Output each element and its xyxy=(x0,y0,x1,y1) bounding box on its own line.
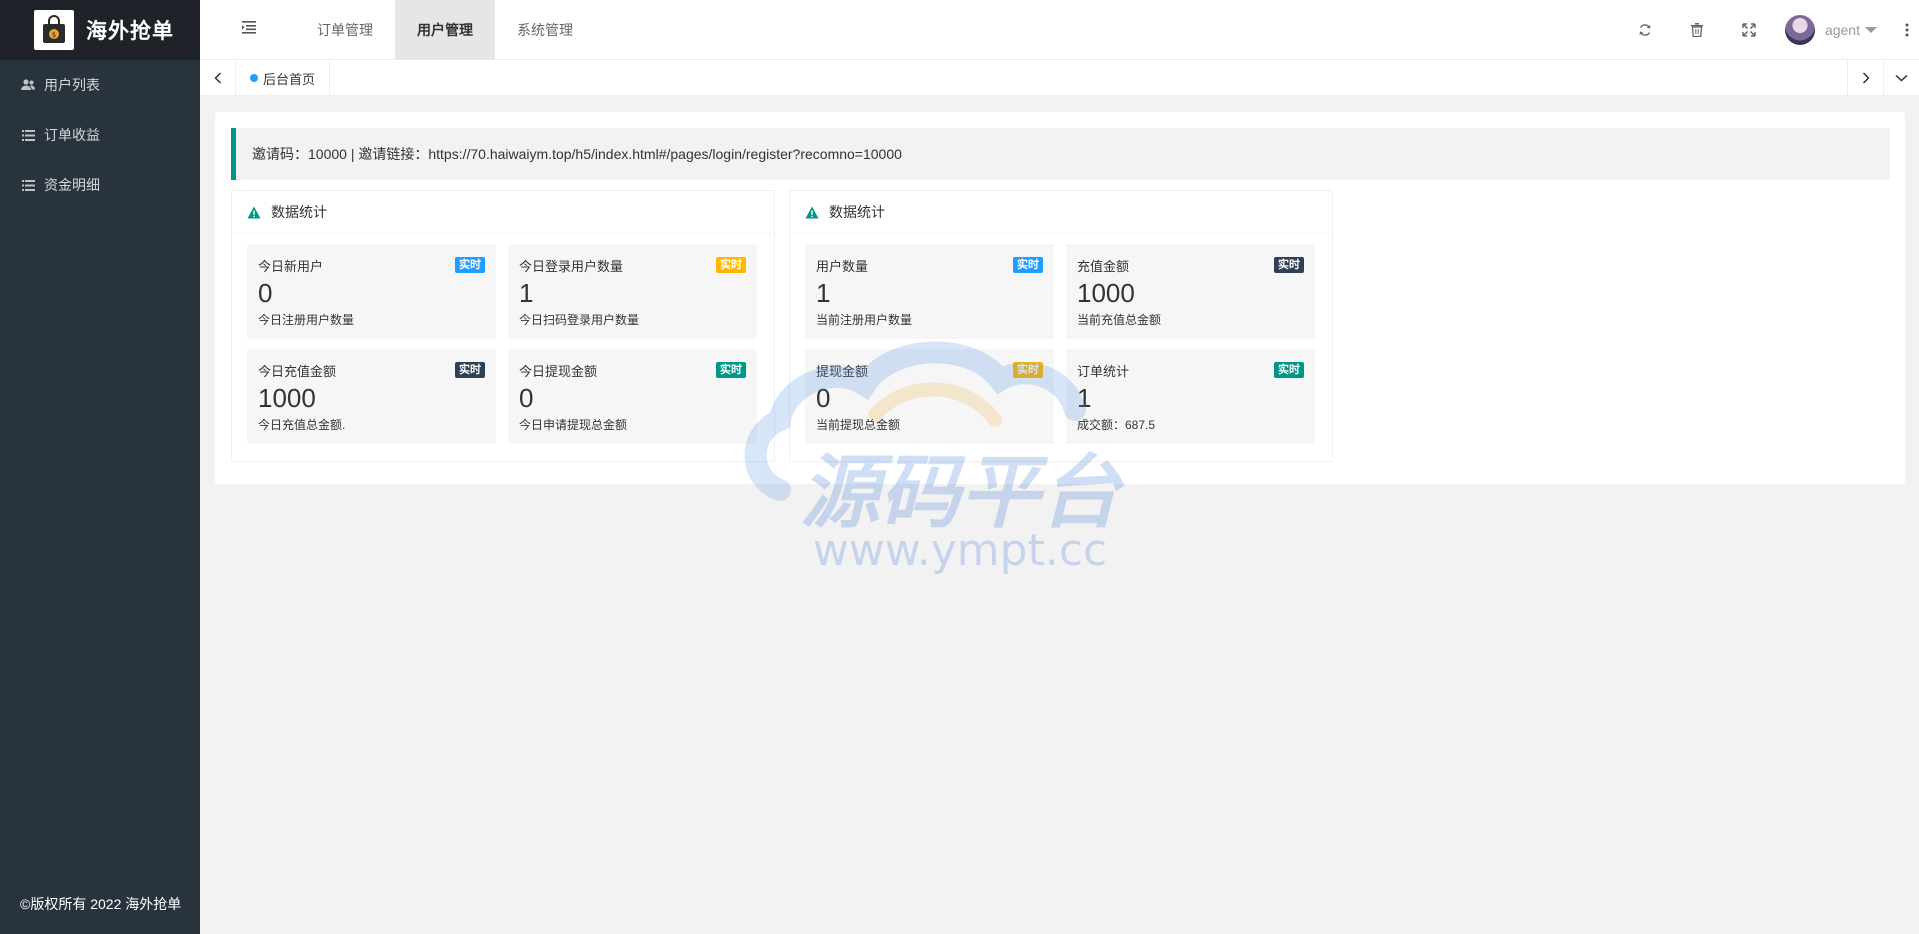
stat-title: 今日登录用户数量 xyxy=(519,259,624,274)
active-dot-icon xyxy=(250,74,258,82)
tab-order-management[interactable]: 订单管理 xyxy=(295,0,395,60)
tab-system-management[interactable]: 系统管理 xyxy=(495,0,595,60)
tabs-dropdown-icon[interactable] xyxy=(1883,60,1919,96)
sidebar-item-label: 订单收益 xyxy=(44,127,100,143)
invite-banner: 邀请码：10000 | 邀请链接：https://70.haiwaiym.top… xyxy=(231,128,1890,180)
card-header: 数据统计 xyxy=(790,191,1332,234)
trash-icon[interactable] xyxy=(1671,0,1723,60)
sidebar-item-fund-details[interactable]: 资金明细 xyxy=(0,160,200,210)
warning-icon xyxy=(805,206,819,219)
chevron-down-icon xyxy=(1865,27,1877,33)
stat-value: 1 xyxy=(1077,383,1092,413)
stat-desc: 今日注册用户数量 xyxy=(258,313,355,327)
stat-title: 订单统计 xyxy=(1077,364,1130,379)
menu-toggle-icon[interactable] xyxy=(242,20,260,40)
svg-text:$: $ xyxy=(52,31,56,39)
users-icon xyxy=(20,79,36,91)
stats-card-today: 数据统计 今日新用户 实时 0 今日注册用户数量 今日登录用户数量 实时 1 今… xyxy=(231,190,775,462)
stat-title: 今日新用户 xyxy=(258,259,324,274)
main-content: 邀请码：10000 | 邀请链接：https://70.haiwaiym.top… xyxy=(215,112,1905,484)
tab-home-label: 后台首页 xyxy=(263,71,316,87)
stat-desc: 当前提现总金额 xyxy=(816,418,901,432)
avatar xyxy=(1784,15,1815,45)
stat-desc: 今日申请提现总金额 xyxy=(519,418,628,432)
sidebar: $ 海外抢单 用户列表 订单收益 资金明细 ©版权所有 2022 海外抢单 xyxy=(0,0,200,934)
copyright: ©版权所有 2022 海外抢单 xyxy=(20,896,182,912)
watermark-url: www.ympt.cc xyxy=(813,525,1107,576)
realtime-badge: 实时 xyxy=(1274,257,1304,273)
realtime-badge: 实时 xyxy=(455,362,485,378)
stat-today-new-users: 今日新用户 实时 0 今日注册用户数量 xyxy=(247,244,496,339)
stat-value: 0 xyxy=(816,383,831,413)
refresh-icon[interactable] xyxy=(1619,0,1671,60)
stat-title: 今日充值金额 xyxy=(258,364,337,379)
stat-title: 提现金额 xyxy=(816,364,869,379)
logo-area[interactable]: $ 海外抢单 xyxy=(0,0,200,60)
stat-desc: 当前注册用户数量 xyxy=(816,313,913,327)
tab-user-management[interactable]: 用户管理 xyxy=(395,0,495,60)
more-vertical-icon[interactable] xyxy=(1895,23,1919,37)
list-icon xyxy=(20,179,36,191)
header-actions: agent xyxy=(1619,0,1919,60)
tabs-scroll-right-icon[interactable] xyxy=(1847,60,1883,96)
stat-today-recharge: 今日充值金额 实时 1000 今日充值总金额. xyxy=(247,349,496,444)
stat-today-withdraw: 今日提现金额 实时 0 今日申请提现总金额 xyxy=(508,349,757,444)
card-title: 数据统计 xyxy=(829,204,885,220)
stats-card-total: 数据统计 用户数量 实时 1 当前注册用户数量 充值金额 实时 1000 当前充… xyxy=(789,190,1333,462)
stat-desc: 当前充值总金额 xyxy=(1077,313,1162,327)
stat-value: 0 xyxy=(519,383,534,413)
stat-title: 充值金额 xyxy=(1077,259,1130,274)
realtime-badge: 实时 xyxy=(455,257,485,273)
stat-desc: 成交额：687.5 xyxy=(1077,418,1156,432)
realtime-badge: 实时 xyxy=(1013,362,1043,378)
stat-title: 今日提现金额 xyxy=(519,364,598,379)
sidebar-item-label: 用户列表 xyxy=(44,77,100,93)
tabs-scroll-left-icon[interactable] xyxy=(200,60,236,96)
realtime-badge: 实时 xyxy=(716,362,746,378)
card-title: 数据统计 xyxy=(271,204,327,220)
stat-recharge-amount: 充值金额 实时 1000 当前充值总金额 xyxy=(1066,244,1315,339)
page-tabs-bar: 后台首页 xyxy=(200,60,1919,96)
realtime-badge: 实时 xyxy=(716,257,746,273)
realtime-badge: 实时 xyxy=(1013,257,1043,273)
tab-home[interactable]: 后台首页 xyxy=(236,60,331,96)
user-name: agent xyxy=(1824,22,1860,38)
logo-icon: $ xyxy=(34,10,74,50)
top-nav: 订单管理 用户管理 系统管理 xyxy=(295,0,595,60)
stat-desc: 今日扫码登录用户数量 xyxy=(519,313,640,327)
warning-icon xyxy=(247,206,261,219)
stat-user-count: 用户数量 实时 1 当前注册用户数量 xyxy=(805,244,1054,339)
list-icon xyxy=(20,129,36,141)
header: 订单管理 用户管理 系统管理 agent xyxy=(200,0,1919,60)
stat-title: 用户数量 xyxy=(816,259,869,274)
stat-value: 0 xyxy=(258,278,273,308)
stat-value: 1 xyxy=(816,278,831,308)
stat-order-statistics: 订单统计 实时 1 成交额：687.5 xyxy=(1066,349,1315,444)
card-header: 数据统计 xyxy=(232,191,774,234)
realtime-badge: 实时 xyxy=(1274,362,1304,378)
stat-withdraw-amount: 提现金额 实时 0 当前提现总金额 xyxy=(805,349,1054,444)
app-title: 海外抢单 xyxy=(86,20,174,43)
stat-desc: 今日充值总金额. xyxy=(258,418,346,432)
sidebar-item-label: 资金明细 xyxy=(44,177,100,193)
stat-value: 1 xyxy=(519,278,534,308)
sidebar-item-order-income[interactable]: 订单收益 xyxy=(0,110,200,160)
sidebar-item-user-list[interactable]: 用户列表 xyxy=(0,60,200,110)
user-menu[interactable]: agent xyxy=(1775,0,1895,60)
stat-value: 1000 xyxy=(1077,278,1135,308)
stat-value: 1000 xyxy=(258,383,316,413)
stat-today-login-users: 今日登录用户数量 实时 1 今日扫码登录用户数量 xyxy=(508,244,757,339)
fullscreen-icon[interactable] xyxy=(1723,0,1775,60)
